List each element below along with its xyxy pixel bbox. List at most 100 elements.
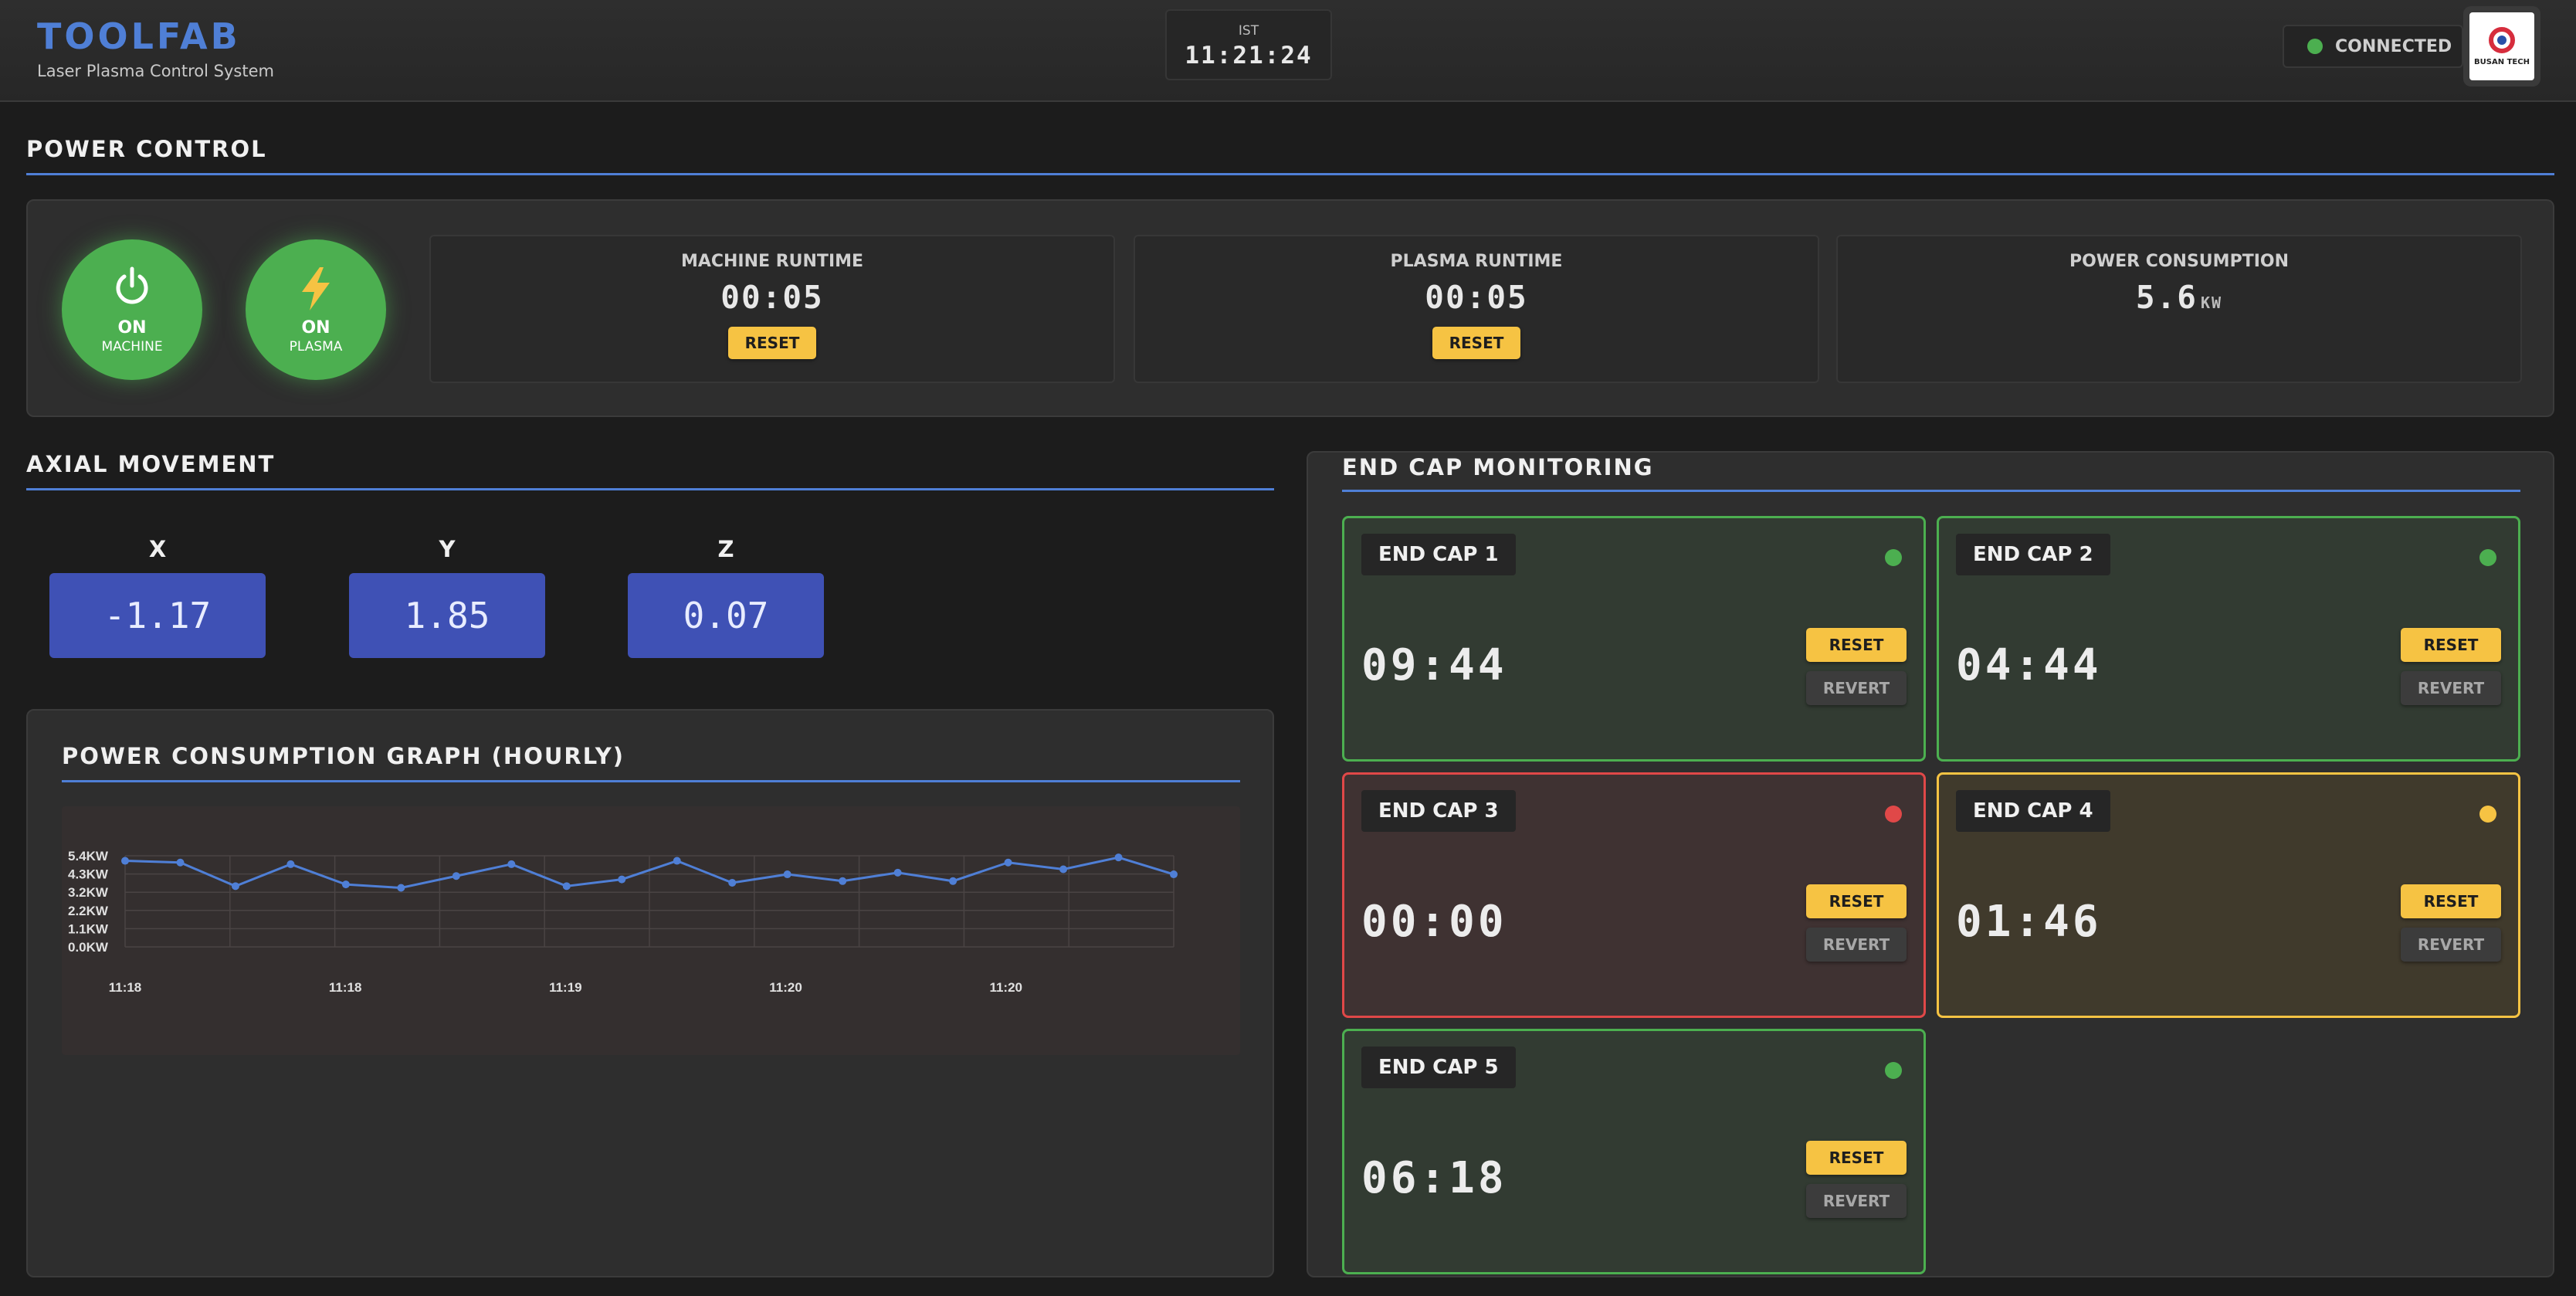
end-cap-card-2: END CAP 2 04:44 RESET REVERT: [1937, 516, 2520, 762]
chart-x-tick-label: 11:18: [329, 980, 362, 995]
plasma-label: PLASMA: [289, 338, 343, 355]
logo-image: BUSAN TECH: [2469, 12, 2534, 80]
power-chart-svg: 5.4KW 4.3KW 3.2KW 2.2KW 1.1KW 0.0KW 11:18 11:18…: [68, 849, 1178, 995]
end-cap-revert-button[interactable]: REVERT: [2401, 671, 2501, 705]
chart-data-point: [893, 868, 902, 877]
axis-z-value: 0.07: [628, 573, 824, 658]
power-consumption-unit: KW: [2200, 293, 2223, 312]
chart-data-point: [1059, 865, 1068, 874]
axis-x-value: -1.17: [49, 573, 266, 658]
plasma-runtime-reset-button[interactable]: RESET: [1432, 327, 1521, 359]
lightning-icon: [294, 266, 337, 312]
brand-subtitle: Laser Plasma Control System: [37, 62, 274, 80]
status-dot-icon: [1885, 549, 1902, 566]
machine-label: MACHINE: [101, 338, 163, 355]
connection-label: CONNECTED: [2335, 36, 2452, 56]
end-cap-time: 00:00: [1361, 897, 1507, 947]
graph-title: POWER CONSUMPTION GRAPH (HOURLY): [62, 743, 625, 769]
section-title-axial-movement: AXIAL MOVEMENT: [26, 451, 276, 477]
end-cap-time: 04:44: [1956, 640, 2102, 690]
machine-state: ON: [117, 317, 147, 338]
section-divider: [26, 488, 1274, 490]
section-title-power-control: POWER CONTROL: [26, 136, 267, 162]
end-cap-name: END CAP 4: [1956, 790, 2110, 832]
power-chart: 5.4KW 4.3KW 3.2KW 2.2KW 1.1KW 0.0KW 11:18 11:18…: [62, 806, 1240, 1055]
end-cap-time: 06:18: [1361, 1153, 1507, 1203]
end-cap-name: END CAP 3: [1361, 790, 1516, 832]
chart-y-tick-label: 5.4KW: [68, 849, 109, 863]
chart-data-point: [176, 858, 185, 867]
end-cap-name: END CAP 2: [1956, 534, 2110, 575]
end-cap-card-3: END CAP 3 00:00 RESET REVERT: [1342, 772, 1926, 1018]
end-cap-reset-button[interactable]: RESET: [2401, 628, 2501, 662]
chart-data-point: [562, 882, 571, 891]
machine-runtime-value: 00:05: [720, 279, 824, 316]
chart-y-tick-label: 2.2KW: [68, 904, 109, 918]
power-consumption-card: POWER CONSUMPTION 5.6 KW: [1836, 235, 2522, 383]
end-cap-time: 01:46: [1956, 897, 2102, 947]
chart-data-point: [618, 875, 626, 884]
plasma-power-button[interactable]: ON PLASMA: [246, 239, 386, 380]
connection-status: CONNECTED: [2283, 25, 2463, 68]
chart-x-tick-label: 11:20: [989, 980, 1022, 995]
status-dot-icon: [2479, 806, 2496, 823]
end-cap-name: END CAP 1: [1361, 534, 1516, 575]
end-cap-revert-button[interactable]: REVERT: [1806, 928, 1907, 962]
chart-data-point: [1004, 858, 1012, 867]
machine-runtime-reset-button[interactable]: RESET: [727, 327, 817, 359]
end-cap-revert-button[interactable]: REVERT: [1806, 671, 1907, 705]
plasma-runtime-label: PLASMA RUNTIME: [1390, 252, 1563, 271]
chart-data-point: [1170, 870, 1178, 879]
chart-data-point: [121, 857, 129, 865]
chart-y-tick-label: 1.1KW: [68, 921, 109, 936]
chart-data-point: [783, 870, 791, 879]
chart-data-point: [1114, 853, 1123, 862]
axis-y: Y 1.85: [349, 536, 545, 658]
axis-z-label: Z: [717, 536, 734, 562]
end-cap-reset-button[interactable]: RESET: [2401, 884, 2501, 918]
chart-data-point: [231, 882, 239, 891]
power-icon: [110, 266, 154, 312]
brand: TOOLFAB Laser Plasma Control System: [37, 15, 274, 80]
chart-data-point: [397, 884, 405, 892]
chart-data-point: [286, 860, 295, 868]
chart-data-point: [341, 880, 350, 889]
end-cap-revert-button[interactable]: REVERT: [1806, 1184, 1907, 1218]
end-cap-reset-button[interactable]: RESET: [1806, 628, 1907, 662]
axis-y-label: Y: [439, 536, 456, 562]
section-divider: [1342, 490, 2520, 492]
company-logo: BUSAN TECH: [2463, 6, 2540, 87]
app-header: TOOLFAB Laser Plasma Control System IST …: [0, 0, 2576, 102]
section-divider: [62, 780, 1240, 782]
status-dot-icon: [1885, 806, 1902, 823]
status-dot-icon: [1885, 1062, 1902, 1079]
clock-time: 11:21:24: [1185, 42, 1313, 70]
chart-data-point: [507, 860, 516, 868]
axis-x-label: X: [148, 536, 167, 562]
status-dot-icon: [2479, 549, 2496, 566]
clock: IST 11:21:24: [1165, 9, 1332, 80]
machine-power-button[interactable]: ON MACHINE: [62, 239, 202, 380]
end-cap-card-5: END CAP 5 06:18 RESET REVERT: [1342, 1029, 1926, 1274]
end-cap-panel: END CAP MONITORING END CAP 1 09:44 RESET…: [1307, 451, 2554, 1277]
machine-runtime-label: MACHINE RUNTIME: [680, 252, 864, 271]
chart-data-point: [949, 877, 958, 885]
power-consumption-value: 5.6: [2135, 279, 2198, 316]
power-graph-panel: POWER CONSUMPTION GRAPH (HOURLY) 5.4KW 4.…: [26, 709, 1274, 1277]
end-cap-revert-button[interactable]: REVERT: [2401, 928, 2501, 962]
axis-z: Z 0.07: [628, 536, 824, 658]
power-consumption-readout: 5.6 KW: [1838, 279, 2520, 316]
end-cap-reset-button[interactable]: RESET: [1806, 1141, 1907, 1175]
end-cap-card-4: END CAP 4 01:46 RESET REVERT: [1937, 772, 2520, 1018]
chart-y-tick-label: 4.3KW: [68, 867, 109, 882]
end-cap-reset-button[interactable]: RESET: [1806, 884, 1907, 918]
section-title-end-cap-monitoring: END CAP MONITORING: [1342, 454, 1654, 480]
logo-text: BUSAN TECH: [2474, 57, 2530, 66]
end-cap-card-1: END CAP 1 09:44 RESET REVERT: [1342, 516, 1926, 762]
chart-data-point: [728, 878, 737, 887]
plasma-runtime-value: 00:05: [1425, 279, 1528, 316]
chart-x-tick-label: 11:20: [769, 980, 802, 995]
plasma-runtime-card: PLASMA RUNTIME 00:05 RESET: [1134, 235, 1819, 383]
brand-title: TOOLFAB: [37, 15, 241, 57]
power-control-panel: ON MACHINE ON PLASMA MACHINE RUNTIME 00:…: [26, 199, 2554, 417]
